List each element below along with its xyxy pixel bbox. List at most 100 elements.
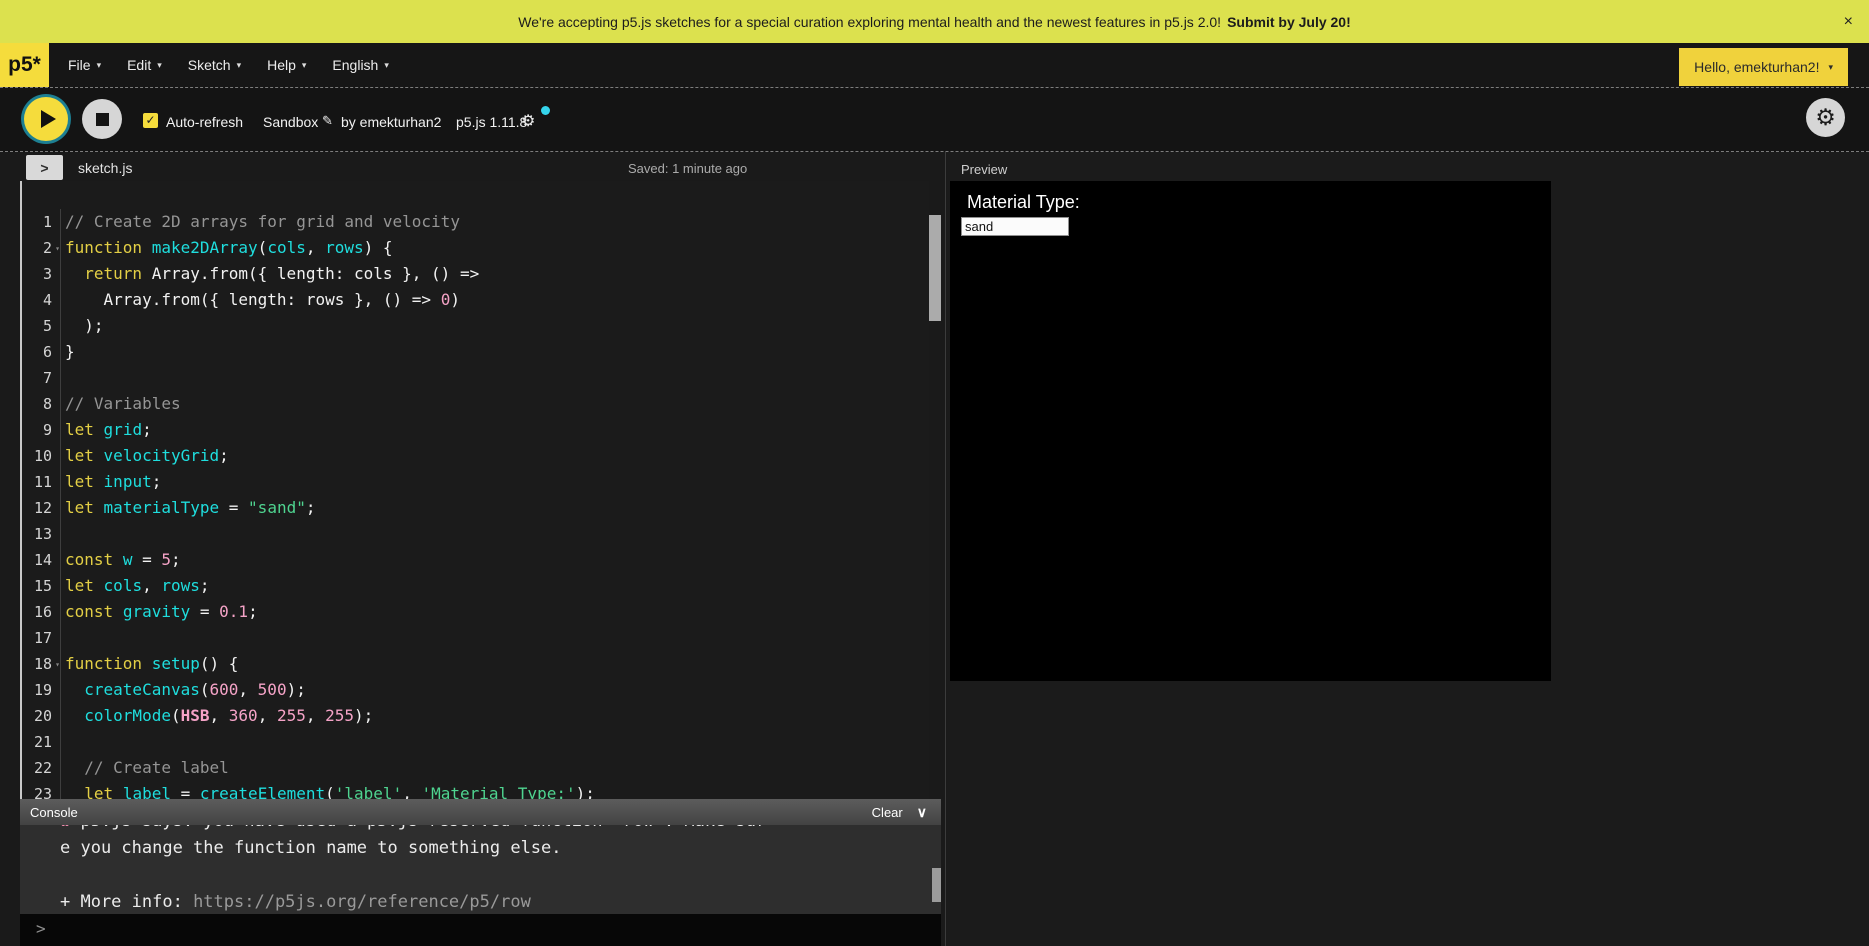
- line-number: 22: [22, 755, 61, 781]
- console-actions: Clear ∨: [872, 804, 927, 821]
- console-scrollbar[interactable]: [932, 868, 941, 902]
- preview-title: Preview: [961, 162, 1007, 177]
- gear-icon: ⚙: [1815, 104, 1836, 131]
- chevron-down-icon: ▾: [97, 60, 102, 71]
- account-button[interactable]: Hello, emekturhan2! ▾: [1679, 48, 1848, 86]
- chevron-down-icon: ▾: [1828, 62, 1833, 73]
- code-line[interactable]: 9let grid;: [22, 417, 929, 443]
- p5-logo[interactable]: p5*: [0, 43, 49, 87]
- line-number: 11: [22, 469, 61, 495]
- code-line[interactable]: 16const gravity = 0.1;: [22, 599, 929, 625]
- play-button[interactable]: [24, 97, 68, 141]
- editor-scrollbar[interactable]: [929, 215, 941, 321]
- code-line[interactable]: 10let velocityGrid;: [22, 443, 929, 469]
- version-gear-icon[interactable]: ⚙: [521, 111, 535, 131]
- sketch-canvas[interactable]: Material Type:: [950, 181, 1551, 681]
- menu-file[interactable]: File▾: [55, 57, 114, 73]
- code-line[interactable]: 6}: [22, 339, 929, 365]
- code-line[interactable]: 15let cols, rows;: [22, 573, 929, 599]
- code-line[interactable]: 1// Create 2D arrays for grid and veloci…: [22, 209, 929, 235]
- line-number: 5: [22, 313, 61, 339]
- console-title: Console: [30, 805, 78, 820]
- banner-cta: Submit by July 20!: [1227, 14, 1351, 30]
- chevron-down-icon: ▾: [302, 60, 307, 71]
- line-number: 19: [22, 677, 61, 703]
- code-line[interactable]: 13: [22, 521, 929, 547]
- code-line[interactable]: 7: [22, 365, 929, 391]
- chevron-down-icon: ▾: [157, 60, 162, 71]
- line-number: 6: [22, 339, 61, 365]
- code-editor[interactable]: 1// Create 2D arrays for grid and veloci…: [20, 181, 929, 799]
- project-author[interactable]: by emekturhan2: [341, 114, 441, 130]
- code-line[interactable]: 11let input;: [22, 469, 929, 495]
- material-type-input[interactable]: [961, 217, 1069, 236]
- sidebar-collapse-button[interactable]: >: [26, 155, 63, 180]
- play-icon: [41, 110, 56, 128]
- code-line[interactable]: 21: [22, 729, 929, 755]
- flower-icon: ✿: [60, 825, 80, 831]
- line-number: 3: [22, 261, 61, 287]
- line-number: 15: [22, 573, 61, 599]
- edit-pencil-icon[interactable]: ✎: [322, 113, 333, 129]
- menu-sketch[interactable]: Sketch▾: [175, 57, 254, 73]
- line-number: 2▾: [22, 235, 61, 261]
- code-line[interactable]: 23 let label = createElement('label', 'M…: [22, 781, 929, 799]
- p5-version-label[interactable]: p5.js 1.11.8: [456, 114, 527, 130]
- console-output: ✿ p5.js says: you have used a p5.js rese…: [20, 825, 941, 914]
- line-number: 8: [22, 391, 61, 417]
- code-lines: 1// Create 2D arrays for grid and veloci…: [22, 181, 929, 799]
- chevron-down-icon[interactable]: ∨: [917, 804, 927, 821]
- code-line[interactable]: 5 );: [22, 313, 929, 339]
- line-number: 16: [22, 599, 61, 625]
- code-line[interactable]: 18▾function setup() {: [22, 651, 929, 677]
- chevron-down-icon: ▾: [384, 60, 389, 71]
- line-number: 21: [22, 729, 61, 755]
- p5-web-editor: We're accepting p5.js sketches for a spe…: [0, 0, 1869, 946]
- code-line[interactable]: 2▾function make2DArray(cols, rows) {: [22, 235, 929, 261]
- line-number: 10: [22, 443, 61, 469]
- code-line[interactable]: 4 Array.from({ length: rows }, () => 0): [22, 287, 929, 313]
- console-panel: Console Clear ∨ ✿ p5.js says: you have u…: [20, 799, 941, 946]
- code-line[interactable]: 14const w = 5;: [22, 547, 929, 573]
- tab-sketch-js[interactable]: sketch.js: [78, 160, 132, 176]
- line-number: 9: [22, 417, 61, 443]
- menu-help[interactable]: Help▾: [254, 57, 319, 73]
- console-message-line: ✿ p5.js says: you have used a p5.js rese…: [60, 825, 941, 835]
- auto-refresh-checkbox[interactable]: ✓: [143, 113, 158, 128]
- banner-message: We're accepting p5.js sketches for a spe…: [518, 14, 1221, 30]
- code-line[interactable]: 8// Variables: [22, 391, 929, 417]
- main-content: > sketch.js Saved: 1 minute ago 1// Crea…: [0, 152, 1869, 946]
- code-line[interactable]: 12let materialType = "sand";: [22, 495, 929, 521]
- console-message-line: e you change the function name to someth…: [60, 835, 941, 862]
- preview-panel: Preview Material Type:: [947, 152, 1869, 946]
- code-line[interactable]: 22 // Create label: [22, 755, 929, 781]
- code-line[interactable]: 17: [22, 625, 929, 651]
- auto-refresh-label[interactable]: Auto-refresh: [166, 114, 243, 130]
- close-icon[interactable]: ×: [1844, 13, 1853, 31]
- reference-link: https://p5js.org/reference/p5/row: [193, 892, 531, 912]
- stop-button[interactable]: [82, 99, 122, 139]
- notification-dot: [541, 106, 550, 115]
- code-line[interactable]: 3 return Array.from({ length: cols }, ()…: [22, 261, 929, 287]
- line-number: 17: [22, 625, 61, 651]
- menu-items: File▾Edit▾Sketch▾Help▾English▾: [55, 43, 402, 87]
- menu-edit[interactable]: Edit▾: [114, 57, 175, 73]
- console-prompt[interactable]: >: [20, 914, 941, 946]
- line-number: 4: [22, 287, 61, 313]
- fold-arrow-icon[interactable]: ▾: [55, 652, 60, 678]
- fold-arrow-icon[interactable]: ▾: [55, 236, 60, 262]
- console-clear-button[interactable]: Clear: [872, 805, 903, 820]
- console-header: Console Clear ∨: [20, 799, 941, 825]
- toolbar: ✓ Auto-refresh Sandbox ✎ by emekturhan2 …: [0, 88, 1869, 152]
- code-line[interactable]: 20 colorMode(HSB, 360, 255, 255);: [22, 703, 929, 729]
- chevron-right-icon: >: [40, 160, 48, 176]
- announcement-banner: We're accepting p5.js sketches for a spe…: [0, 0, 1869, 43]
- console-message-line: [60, 862, 941, 889]
- line-number: 1: [22, 209, 61, 235]
- console-message-line: + More info: https://p5js.org/reference/…: [60, 889, 941, 914]
- code-line[interactable]: 19 createCanvas(600, 500);: [22, 677, 929, 703]
- menu-english[interactable]: English▾: [319, 57, 401, 73]
- project-name[interactable]: Sandbox: [263, 114, 318, 130]
- settings-button[interactable]: ⚙: [1806, 98, 1845, 137]
- editor-panel: > sketch.js Saved: 1 minute ago 1// Crea…: [0, 152, 946, 946]
